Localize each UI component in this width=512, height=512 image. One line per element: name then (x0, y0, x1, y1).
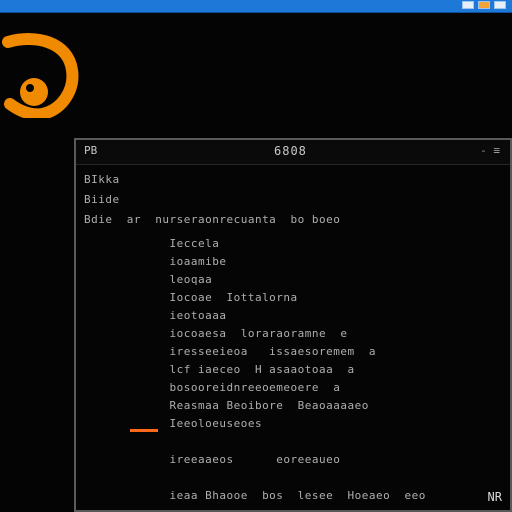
terminal-line: ireeaaeos eoreeaueo (84, 453, 341, 466)
tray-icon[interactable] (462, 1, 474, 9)
terminal-line: iresseeieoa issaesoremem a (84, 345, 377, 358)
terminal-line: ieotoaaa (84, 309, 227, 322)
terminal-line: bosooreidnreeoemeoere a (84, 381, 341, 394)
terminal-line: Biide (84, 193, 120, 206)
window-controls[interactable]: - ≡ (480, 144, 500, 157)
window-header: PB 6808 - ≡ (76, 140, 510, 165)
terminal-line: ieaa Bhaooe bos lesee Hoeaeo eeo (84, 489, 426, 502)
terminal-window[interactable]: PB 6808 - ≡ BIkka Biide Bdie ar nurserao… (74, 138, 512, 512)
terminal-line: Ieeoloeuseoes (84, 417, 263, 430)
terminal-line: BIkka (84, 173, 120, 186)
terminal-line: iocoaesa loraraoramne e (84, 327, 348, 340)
terminal-line: Ieccela (84, 237, 220, 250)
terminal-line: Reasmaa Beoibore Beaoaaaaeo (84, 399, 369, 412)
terminal-line: Iocoae Iottalorna (84, 291, 298, 304)
terminal-line: ioaamibe (84, 255, 227, 268)
cursor (130, 429, 158, 432)
top-bar (0, 0, 512, 13)
terminal-line: leoqaa (84, 273, 213, 286)
window-corner-label: PB (84, 144, 98, 157)
status-text: NR (487, 490, 502, 504)
orange-swirl-logo-icon[interactable] (0, 32, 80, 122)
terminal-line: Bdie ar nurseraonrecuanta bo boeo (84, 213, 341, 226)
terminal-line: lcf iaeceo H asaaotoaa a (84, 363, 355, 376)
tray-icon[interactable] (494, 1, 506, 9)
window-title: 6808 (274, 144, 307, 158)
system-tray (462, 0, 506, 10)
tray-icon[interactable] (478, 1, 490, 9)
